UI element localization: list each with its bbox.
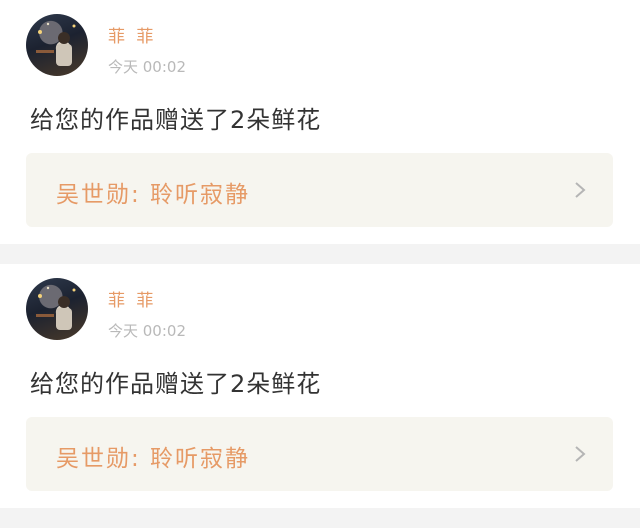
user-avatar[interactable] <box>26 14 88 76</box>
work-title: 吴世勋: 聆听寂静 <box>56 446 251 472</box>
divider <box>0 508 640 528</box>
notification-card: 菲 菲 今天 00:02 给您的作品赠送了2朵鲜花 吴世勋: 聆听寂静 <box>0 0 640 244</box>
divider <box>0 244 640 264</box>
user-name[interactable]: 菲 菲 <box>108 22 156 47</box>
avatar-photo-icon <box>36 22 76 66</box>
user-name[interactable]: 菲 菲 <box>108 286 156 311</box>
chevron-right-icon <box>575 446 586 462</box>
notification-message: 给您的作品赠送了2朵鲜花 <box>30 370 322 398</box>
notification-message: 给您的作品赠送了2朵鲜花 <box>30 106 322 134</box>
notification-feed: 菲 菲 今天 00:02 给您的作品赠送了2朵鲜花 吴世勋: 聆听寂静 菲 菲 … <box>0 0 640 528</box>
chevron-right-icon <box>575 182 586 198</box>
avatar-photo-icon <box>36 286 76 330</box>
user-avatar[interactable] <box>26 278 88 340</box>
timestamp: 今天 00:02 <box>108 58 186 76</box>
notification-card: 菲 菲 今天 00:02 给您的作品赠送了2朵鲜花 吴世勋: 聆听寂静 <box>0 264 640 508</box>
work-link-card[interactable]: 吴世勋: 聆听寂静 <box>26 153 613 227</box>
work-title: 吴世勋: 聆听寂静 <box>56 182 251 208</box>
timestamp: 今天 00:02 <box>108 322 186 340</box>
work-link-card[interactable]: 吴世勋: 聆听寂静 <box>26 417 613 491</box>
